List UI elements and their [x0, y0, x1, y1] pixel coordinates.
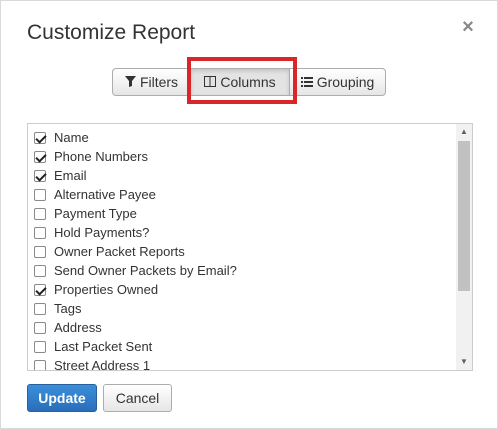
column-option-label: Address — [54, 320, 102, 335]
customize-report-dialog: Customize Report × Filters Columns Group… — [0, 0, 498, 429]
cancel-button[interactable]: Cancel — [103, 384, 172, 412]
column-option[interactable]: Phone Numbers — [28, 147, 456, 166]
checkbox[interactable] — [34, 226, 46, 239]
checkbox[interactable] — [34, 207, 46, 220]
column-option-label: Alternative Payee — [54, 187, 156, 202]
column-option-label: Send Owner Packets by Email? — [54, 263, 237, 278]
column-option-label: Phone Numbers — [54, 149, 148, 164]
checkbox[interactable] — [34, 340, 46, 353]
checkbox[interactable] — [34, 188, 46, 201]
column-option[interactable]: Tags — [28, 299, 456, 318]
column-option-label: Properties Owned — [54, 282, 159, 297]
tab-filters-label: Filters — [139, 74, 179, 90]
filter-icon — [124, 74, 136, 90]
column-option[interactable]: Owner Packet Reports — [28, 242, 456, 261]
column-option-label: Payment Type — [54, 206, 137, 221]
tab-filters[interactable]: Filters — [112, 68, 191, 96]
checkbox[interactable] — [34, 283, 46, 296]
column-option-label: Name — [54, 130, 89, 145]
scroll-down-icon[interactable]: ▼ — [456, 354, 472, 370]
column-items: Name Phone Numbers Email Alternative Payee P… — [28, 128, 456, 371]
column-list[interactable]: Name Phone Numbers Email Alternative Payee P… — [27, 123, 473, 371]
column-option[interactable]: Payment Type — [28, 204, 456, 223]
checkbox[interactable] — [34, 245, 46, 258]
column-option-label: Street Address 1 — [54, 358, 151, 371]
column-option-label: Hold Payments? — [54, 225, 150, 240]
checkbox[interactable] — [34, 150, 46, 163]
checkbox[interactable] — [34, 302, 46, 315]
column-option-label: Owner Packet Reports — [54, 244, 185, 259]
columns-icon — [204, 74, 217, 90]
dialog-title: Customize Report — [27, 21, 196, 44]
column-option[interactable]: Email — [28, 166, 456, 185]
column-option-label: Email — [54, 168, 87, 183]
column-option[interactable]: Hold Payments? — [28, 223, 456, 242]
tab-grouping-label: Grouping — [316, 74, 375, 90]
column-option[interactable]: Address — [28, 318, 456, 337]
scrollbar[interactable]: ▲ ▼ — [456, 124, 472, 370]
close-icon[interactable]: × — [459, 17, 477, 37]
tab-grouping[interactable]: Grouping — [289, 68, 386, 96]
column-option[interactable]: Properties Owned — [28, 280, 456, 299]
checkbox[interactable] — [34, 359, 46, 370]
column-option[interactable]: Send Owner Packets by Email? — [28, 261, 456, 280]
checkbox[interactable] — [34, 169, 46, 182]
checkbox[interactable] — [34, 131, 46, 144]
tab-group: Filters Columns Grouping — [112, 68, 386, 96]
tab-columns[interactable]: Columns — [190, 68, 290, 96]
column-option[interactable]: Last Packet Sent — [28, 337, 456, 356]
column-option-label: Last Packet Sent — [54, 339, 153, 354]
list-icon — [300, 74, 313, 90]
column-option[interactable]: Name — [28, 128, 456, 147]
column-option[interactable]: Alternative Payee — [28, 185, 456, 204]
tab-columns-label: Columns — [220, 74, 276, 90]
checkbox[interactable] — [34, 321, 46, 334]
column-option-label: Tags — [54, 301, 82, 316]
update-button[interactable]: Update — [27, 384, 97, 412]
scroll-up-icon[interactable]: ▲ — [456, 124, 472, 140]
scroll-thumb[interactable] — [458, 141, 470, 291]
checkbox[interactable] — [34, 264, 46, 277]
column-option[interactable]: Street Address 1 — [28, 356, 456, 371]
